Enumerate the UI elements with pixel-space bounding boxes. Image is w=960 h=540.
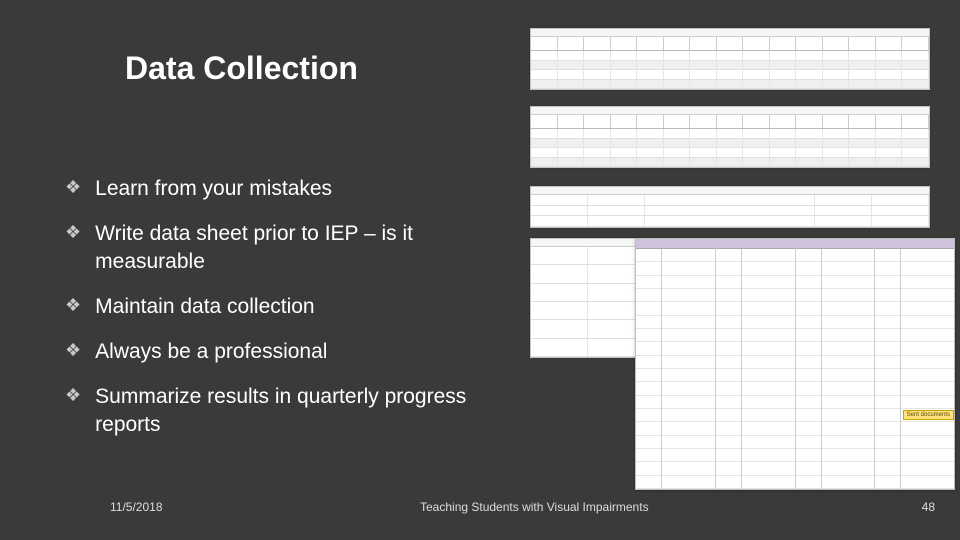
document-tag: Sent documents xyxy=(903,410,954,420)
diamond-bullet-icon: ❖ xyxy=(65,295,81,316)
footer-date: 11/5/2018 xyxy=(110,500,163,514)
bullet-text: Learn from your mistakes xyxy=(95,175,332,202)
datasheet-preview: Sent documents xyxy=(530,28,960,498)
slide-title: Data Collection xyxy=(125,50,358,87)
bullet-item: ❖ Summarize results in quarterly progres… xyxy=(65,383,485,438)
footer-caption: Teaching Students with Visual Impairment… xyxy=(420,500,649,514)
slide: Data Collection ❖ Learn from your mistak… xyxy=(0,0,960,540)
bullet-item: ❖ Learn from your mistakes xyxy=(65,175,485,202)
datasheet-image xyxy=(530,106,930,168)
diamond-bullet-icon: ❖ xyxy=(65,177,81,198)
footer-page-number: 48 xyxy=(922,500,935,514)
datasheet-image xyxy=(530,186,930,228)
bullet-item: ❖ Write data sheet prior to IEP – is it … xyxy=(65,220,485,275)
bullet-text: Always be a professional xyxy=(95,338,327,365)
bullet-item: ❖ Always be a professional xyxy=(65,338,485,365)
diamond-bullet-icon: ❖ xyxy=(65,385,81,406)
bullet-text: Summarize results in quarterly progress … xyxy=(95,383,485,438)
slide-footer: 11/5/2018 Teaching Students with Visual … xyxy=(0,500,960,520)
diamond-bullet-icon: ❖ xyxy=(65,222,81,243)
bullet-item: ❖ Maintain data collection xyxy=(65,293,485,320)
datasheet-image xyxy=(530,28,930,90)
bullet-text: Maintain data collection xyxy=(95,293,314,320)
bullet-text: Write data sheet prior to IEP – is it me… xyxy=(95,220,485,275)
diamond-bullet-icon: ❖ xyxy=(65,340,81,361)
checklist-image xyxy=(635,238,955,490)
bullet-list: ❖ Learn from your mistakes ❖ Write data … xyxy=(65,175,485,456)
